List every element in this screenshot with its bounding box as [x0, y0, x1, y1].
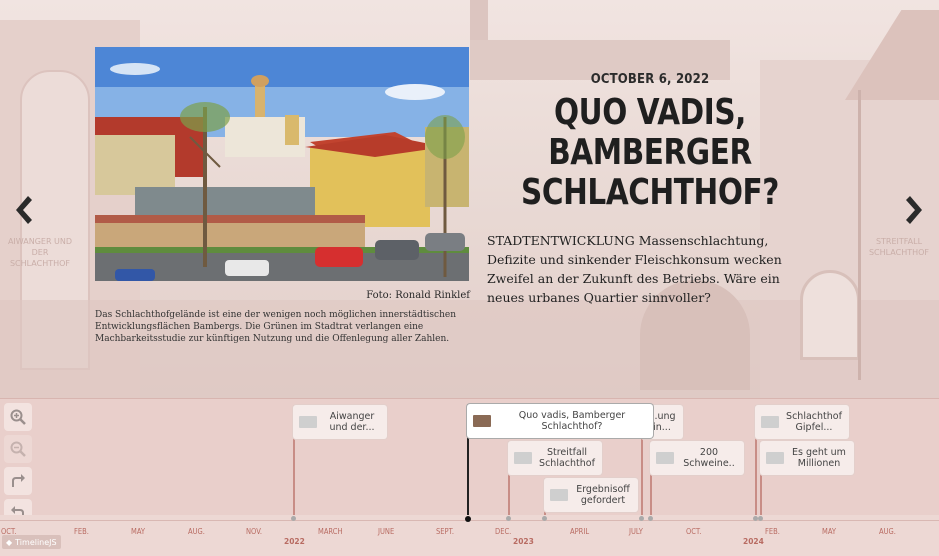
photo-credit: Foto: Ronald Rinklef [366, 290, 470, 301]
tick-label: JULY [629, 527, 643, 536]
tick-label: MARCH [318, 527, 343, 536]
marker-label: Es geht um Millionen [792, 447, 846, 469]
marker-flag[interactable]: Aiwanger und der... [293, 405, 387, 439]
slide-container: Foto: Ronald Rinklef Das Schlachthofgelä… [0, 0, 939, 398]
background-lamp [858, 90, 861, 380]
marker-flag[interactable]: 200 Schweine.. [650, 441, 744, 475]
tick-label: DEC. [495, 527, 512, 536]
tick-label: SEPT. [436, 527, 454, 536]
marker-thumbnail [766, 452, 784, 464]
chevron-left-icon [16, 196, 32, 224]
timelinejs-logo[interactable]: ◆ TimelineJS [2, 535, 61, 549]
tick-label: AUG. [188, 527, 205, 536]
marker-label: 200 Schweine.. [683, 447, 735, 469]
timeline-dot [648, 516, 653, 521]
tick-label: NOV. [246, 527, 263, 536]
marker-flag[interactable]: Streitfall Schlachthof [508, 441, 602, 475]
tick-label: FEB. [765, 527, 780, 536]
zoom-out-icon [10, 441, 26, 457]
background-gable [845, 10, 939, 100]
tick-label: AUG. [879, 527, 896, 536]
tick-label: FEB. [74, 527, 89, 536]
year-label: 2024 [743, 537, 764, 546]
marker-label: Ergebnisoff gefordert [576, 484, 630, 506]
slide-photo [95, 47, 469, 281]
tick-label: OCT. [686, 527, 702, 536]
marker-label: Quo vadis, Bamberger Schlachthof? [518, 410, 626, 432]
timeline-dot [506, 516, 511, 521]
photo-caption: Das Schlachthofgelände ist eine der weni… [95, 310, 456, 344]
slide-headline: QUO VADIS, BAMBERGER SCHLACHTHOF? [521, 92, 779, 213]
marker-label: Schlachthof Gipfel... [786, 411, 842, 433]
marker-thumbnail [514, 452, 532, 464]
year-label: 2023 [513, 537, 534, 546]
timelinejs-icon: ◆ [6, 537, 13, 547]
brand-label: TimelineJS [15, 537, 57, 547]
timeline-dot [639, 516, 644, 521]
marker-flag[interactable]: Es geht um Millionen [760, 441, 854, 475]
chevron-right-icon [906, 196, 922, 224]
marker-label: Aiwanger und der... [329, 411, 375, 433]
marker-thumbnail [656, 452, 674, 464]
forward-icon [12, 474, 25, 487]
timeline-dot [291, 516, 296, 521]
zoom-in-icon [10, 409, 26, 425]
slide-date: OCTOBER 6, 2022 [590, 72, 710, 87]
tick-label: APRIL [570, 527, 590, 536]
timeline-dot [758, 516, 763, 521]
tick-label: MAY [822, 527, 836, 536]
marker-thumbnail [473, 415, 491, 427]
year-label: 2022 [284, 537, 305, 546]
marker-thumbnail [550, 489, 568, 501]
forward-button[interactable] [4, 467, 32, 495]
previous-slide-label[interactable]: AIWANGER UND DER SCHLACHTHOF [5, 236, 75, 269]
timeline-dot-active [465, 516, 471, 522]
timeline-dot [542, 516, 547, 521]
next-slide-button[interactable] [900, 192, 930, 228]
tick-label: JUNE [378, 527, 395, 536]
zoom-out-button[interactable] [4, 435, 32, 463]
previous-slide-button[interactable] [8, 192, 38, 228]
marker-flag[interactable]: Schlachthof Gipfel... [755, 405, 849, 439]
tick-label: MAY [131, 527, 145, 536]
slide-teaser: STADTENTWICKLUNG Massenschlachtung, Defi… [487, 233, 782, 305]
next-slide-label[interactable]: STREITFALL SCHLACHTHOF [864, 236, 934, 258]
marker-thumbnail [761, 416, 779, 428]
marker-label: Streitfall Schlachthof [539, 447, 595, 469]
marker-flag[interactable]: Ergebnisoff gefordert [544, 478, 638, 512]
marker-thumbnail [299, 416, 317, 428]
timeline-tools [4, 403, 34, 531]
zoom-in-button[interactable] [4, 403, 32, 431]
marker-flag[interactable]: Quo vadis, Bamberger Schlachthof? [467, 404, 653, 438]
